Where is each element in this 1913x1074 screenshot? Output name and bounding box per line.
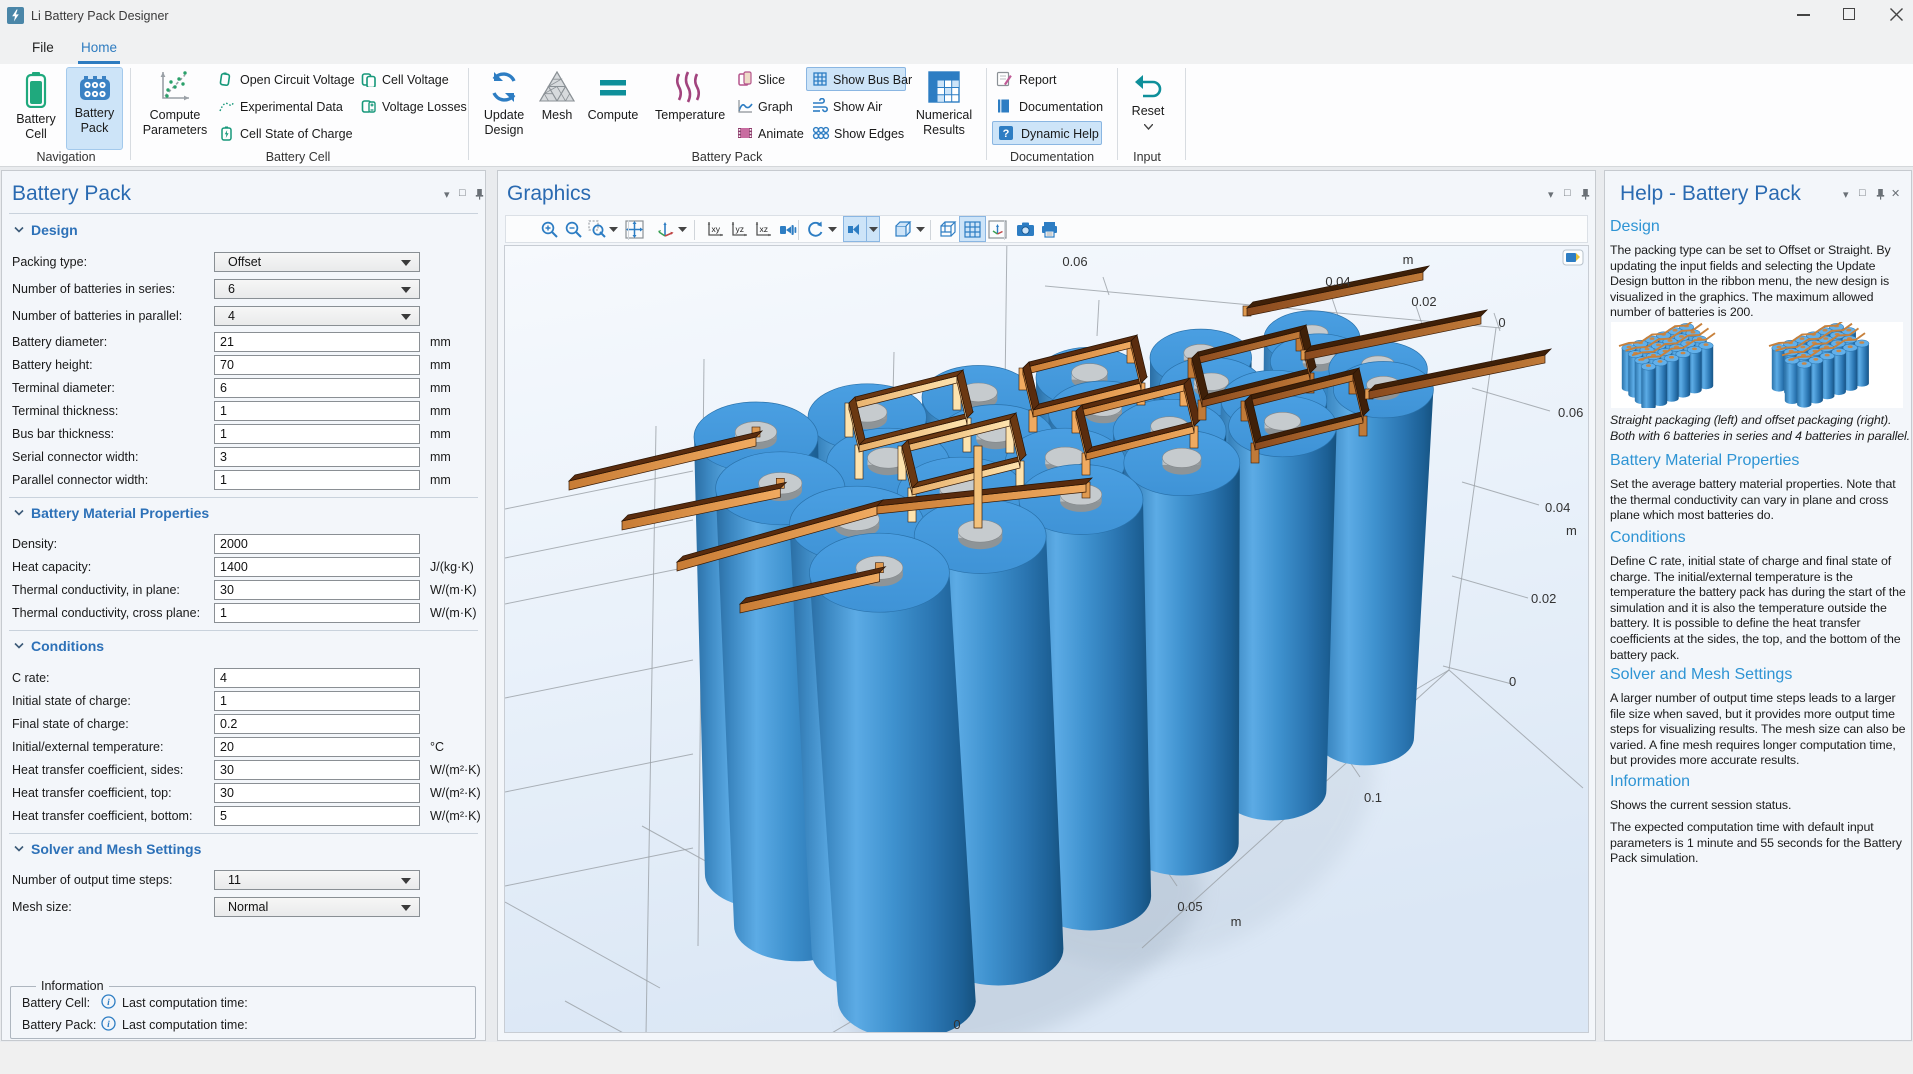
svg-text:0.06: 0.06 [1558,405,1583,420]
svg-text:0.04: 0.04 [1545,500,1570,515]
svg-text:yz: yz [736,224,745,234]
svg-text:0.02: 0.02 [1411,294,1436,309]
svg-text:m: m [1231,914,1242,929]
svg-text:xz: xz [760,224,769,234]
svg-text:0.1: 0.1 [1364,790,1382,805]
svg-text:i: i [107,998,110,1008]
svg-text:0.06: 0.06 [1062,254,1087,269]
svg-text:i: i [107,1020,110,1030]
svg-text:0: 0 [1498,315,1505,330]
svg-text:0.04: 0.04 [1325,274,1350,289]
svg-text:m: m [1403,252,1414,267]
svg-text:m: m [1566,523,1577,538]
svg-text:0.05: 0.05 [1177,899,1202,914]
svg-text:?: ? [1003,128,1010,140]
svg-text:0: 0 [1509,674,1516,689]
svg-text:0: 0 [953,1017,960,1032]
svg-text:xy: xy [712,224,721,234]
svg-text:0.02: 0.02 [1531,591,1556,606]
